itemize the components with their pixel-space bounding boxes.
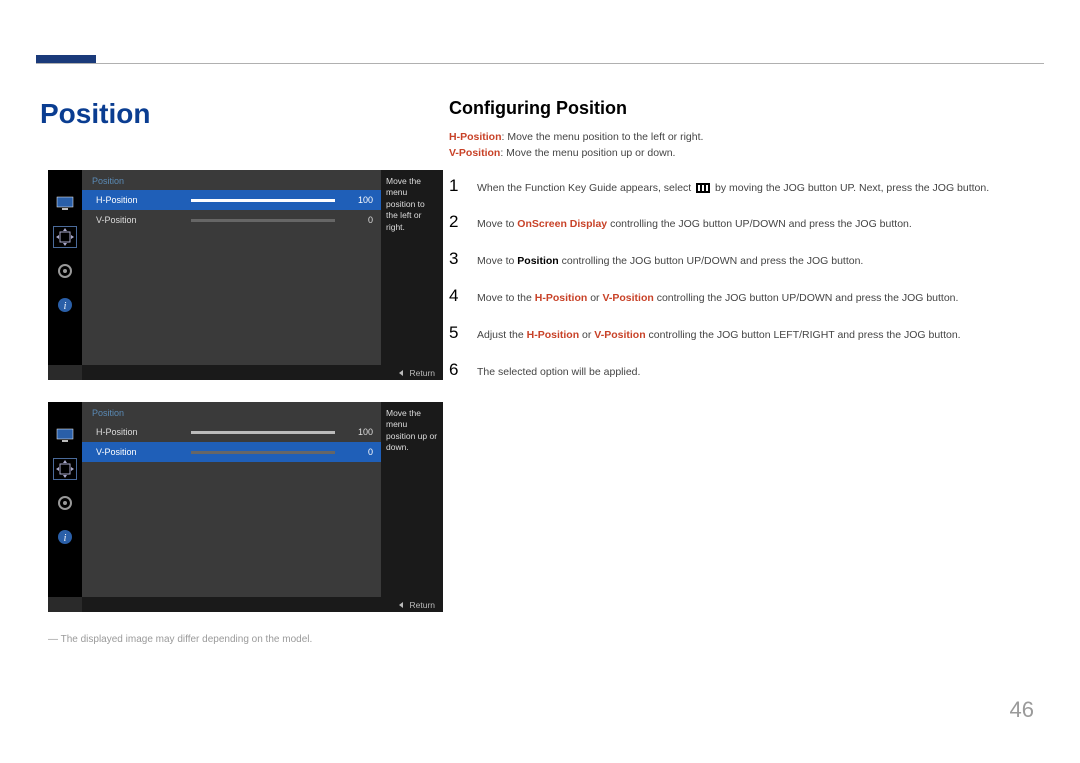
step-1: 1 When the Function Key Guide appears, s…: [449, 176, 1039, 197]
osd-row-hposition: H-Position 100: [82, 190, 381, 210]
hposition-label: H-Position: [449, 131, 502, 143]
back-arrow-icon: [399, 602, 403, 608]
osd-row-hposition: H-Position 100: [82, 422, 381, 442]
slider: [191, 219, 335, 222]
row-value: 100: [345, 195, 373, 205]
info-icon: i: [53, 526, 77, 548]
osd-iconbar: i: [48, 170, 82, 365]
osd-hint: Move the menu position up or down.: [381, 402, 443, 597]
slider: [191, 199, 335, 202]
info-icon: i: [53, 294, 77, 316]
return-label: Return: [409, 600, 435, 610]
step-6: 6 The selected option will be applied.: [449, 360, 1039, 381]
menu-icon: [696, 183, 710, 193]
osd-row-vposition: V-Position 0: [82, 210, 381, 230]
step-number: 1: [449, 176, 463, 196]
gear-icon: [53, 260, 77, 282]
step-number: 2: [449, 212, 463, 232]
row-label: V-Position: [96, 215, 191, 225]
osd-title: Position: [82, 170, 381, 190]
position-icon: [53, 226, 77, 248]
position-icon: [53, 458, 77, 480]
row-value: 0: [345, 215, 373, 225]
header-accent: [36, 55, 96, 63]
step-number: 4: [449, 286, 463, 306]
vposition-description: V-Position: Move the menu position up or…: [449, 145, 1039, 161]
svg-text:i: i: [64, 533, 67, 544]
osd-footer: Return: [82, 365, 443, 380]
back-arrow-icon: [399, 370, 403, 376]
slider: [191, 451, 335, 454]
row-label: V-Position: [96, 447, 191, 457]
osd-screenshot-1: i Position H-Position 100 V-Position 0 M…: [48, 170, 443, 380]
osd-title: Position: [82, 402, 381, 422]
vposition-label: V-Position: [449, 147, 500, 159]
row-label: H-Position: [96, 427, 191, 437]
step-number: 3: [449, 249, 463, 269]
return-label: Return: [409, 368, 435, 378]
osd-row-vposition: V-Position 0: [82, 442, 381, 462]
osd-hint: Move the menu position to the left or ri…: [381, 170, 443, 365]
osd-footer: Return: [82, 597, 443, 612]
monitor-icon: [53, 424, 77, 446]
monitor-icon: [53, 192, 77, 214]
step-number: 5: [449, 323, 463, 343]
step-3: 3 Move to Position controlling the JOG b…: [449, 249, 1039, 270]
header-rule: [36, 63, 1044, 64]
osd-main: Position H-Position 100 V-Position 0: [82, 170, 381, 365]
footnote: The displayed image may differ depending…: [48, 634, 443, 645]
svg-text:i: i: [64, 301, 67, 312]
step-text: The selected option will be applied.: [477, 364, 640, 381]
osd-main: Position H-Position 100 V-Position 0: [82, 402, 381, 597]
step-text: When the Function Key Guide appears, sel…: [477, 180, 989, 197]
row-value: 0: [345, 447, 373, 457]
step-4: 4 Move to the H-Position or V-Position c…: [449, 286, 1039, 307]
osd-screenshot-2: i Position H-Position 100 V-Position 0 M…: [48, 402, 443, 612]
step-5: 5 Adjust the H-Position or V-Position co…: [449, 323, 1039, 344]
section-heading: Configuring Position: [449, 98, 1039, 119]
step-2: 2 Move to OnScreen Display controlling t…: [449, 212, 1039, 233]
gear-icon: [53, 492, 77, 514]
osd-iconbar: i: [48, 402, 82, 597]
row-label: H-Position: [96, 195, 191, 205]
step-text: Adjust the H-Position or V-Position cont…: [477, 327, 961, 344]
page-number: 46: [1010, 697, 1034, 723]
page-title: Position: [40, 98, 150, 130]
step-text: Move to OnScreen Display controlling the…: [477, 216, 912, 233]
slider: [191, 431, 335, 434]
hposition-description: H-Position: Move the menu position to th…: [449, 129, 1039, 145]
row-value: 100: [345, 427, 373, 437]
step-number: 6: [449, 360, 463, 380]
step-text: Move to the H-Position or V-Position con…: [477, 290, 958, 307]
steps-list: 1 When the Function Key Guide appears, s…: [449, 176, 1039, 381]
step-text: Move to Position controlling the JOG but…: [477, 253, 863, 270]
